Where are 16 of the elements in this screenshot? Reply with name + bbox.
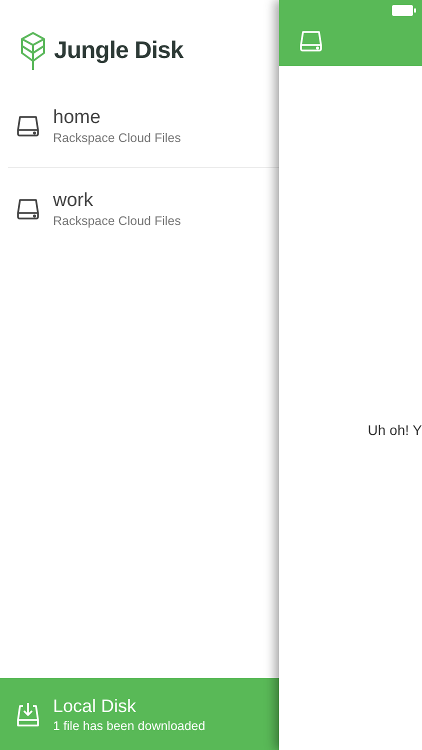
drive-icon: [15, 113, 41, 139]
drive-icon: [298, 28, 324, 54]
brand-name: Jungle Disk: [54, 37, 184, 65]
drive-provider: Rackspace Cloud Files: [53, 214, 181, 228]
drive-item[interactable]: home Rackspace Cloud Files: [8, 85, 279, 167]
leaf-logo-icon: [20, 31, 46, 71]
error-message: Uh oh! Y: [366, 421, 422, 438]
drive-item[interactable]: work Rackspace Cloud Files: [8, 167, 279, 250]
drive-icon: [15, 196, 41, 222]
drive-provider: Rackspace Cloud Files: [53, 131, 181, 145]
battery-icon: [392, 5, 416, 16]
drive-name: home: [53, 107, 102, 129]
download-icon: [15, 700, 41, 728]
local-disk-title: Local Disk: [53, 696, 138, 716]
drive-name: work: [53, 190, 94, 212]
download-status: 1 file has been downloaded: [53, 718, 206, 732]
